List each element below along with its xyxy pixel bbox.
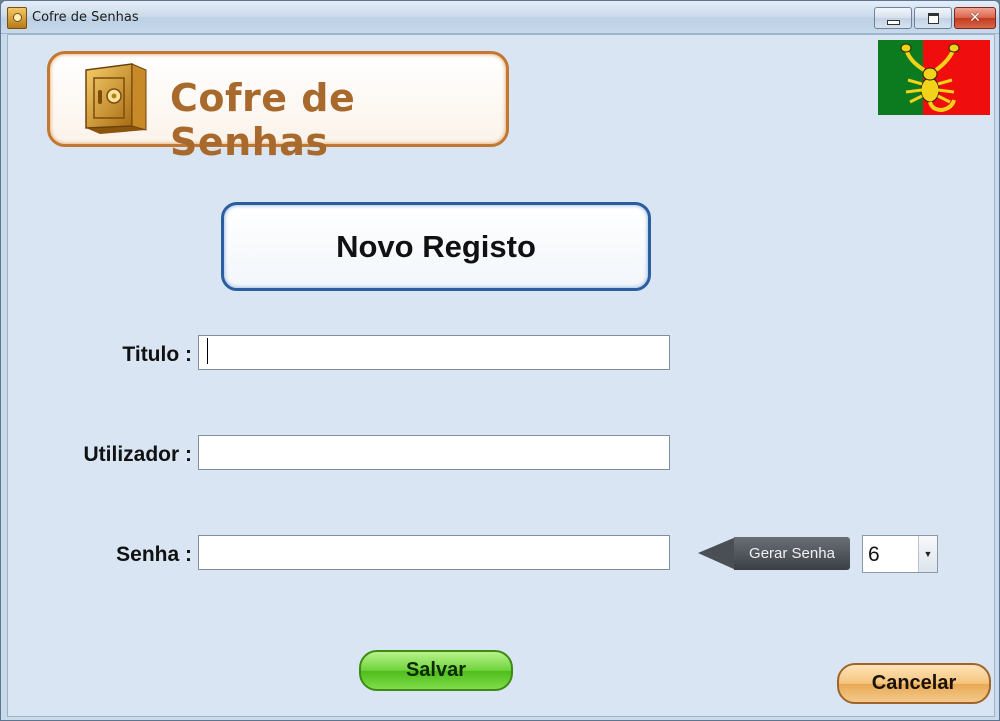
titulo-input[interactable] <box>198 335 670 370</box>
utilizador-label: Utilizador : <box>83 443 193 466</box>
safe-icon <box>85 63 147 134</box>
form-header: Novo Registo <box>221 202 651 291</box>
title-bar[interactable]: Cofre de Senhas ✕ <box>1 1 999 34</box>
window-title: Cofre de Senhas <box>32 10 139 25</box>
senha-input[interactable] <box>198 535 670 570</box>
arrow-left-icon <box>698 537 736 570</box>
scorpion-flag-icon <box>878 40 990 115</box>
app-safe-icon <box>7 7 27 29</box>
maximize-icon <box>927 12 939 24</box>
close-button[interactable]: ✕ <box>954 7 996 29</box>
app-window: Cofre de Senhas ✕ Cofre de Senhas Novo R… <box>0 0 1000 721</box>
scorpion-icon <box>900 43 960 113</box>
password-length-value: 6 <box>868 543 880 566</box>
password-length-select[interactable]: 6 ▼ <box>862 535 938 573</box>
utilizador-input[interactable] <box>198 435 670 470</box>
form-title: Novo Registo <box>336 228 536 264</box>
titulo-label: Titulo : <box>122 343 192 366</box>
maximize-button[interactable] <box>914 7 952 29</box>
save-button[interactable]: Salvar <box>359 650 513 691</box>
close-icon: ✕ <box>969 10 981 26</box>
text-caret <box>207 338 208 364</box>
form-area: Cofre de Senhas Novo Registo Titulo : Ut… <box>7 34 995 717</box>
cancel-button[interactable]: Cancelar <box>837 663 991 704</box>
generate-password-label: Gerar Senha <box>734 537 850 570</box>
minimize-icon <box>886 19 900 25</box>
minimize-button[interactable] <box>874 7 912 29</box>
logo-title: Cofre de Senhas <box>170 76 356 164</box>
generate-password-button[interactable]: Gerar Senha <box>698 537 850 570</box>
senha-label: Senha : <box>116 543 192 566</box>
chevron-down-icon[interactable]: ▼ <box>918 536 937 572</box>
app-logo: Cofre de Senhas <box>47 51 509 164</box>
